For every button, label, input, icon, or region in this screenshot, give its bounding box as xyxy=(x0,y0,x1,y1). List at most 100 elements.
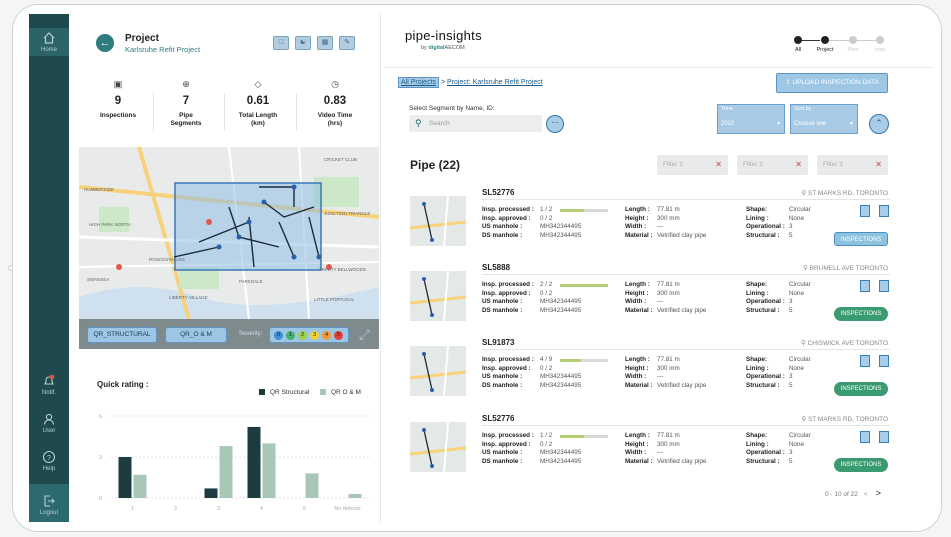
processed-progress-bar xyxy=(560,359,608,362)
inspections-button[interactable]: INSPECTIONS xyxy=(834,232,888,246)
severity-4[interactable]: 4 xyxy=(322,331,331,340)
bar-om[interactable] xyxy=(262,443,276,498)
share-button[interactable]: ☯ xyxy=(295,36,311,50)
view-toggle-button[interactable] xyxy=(879,280,889,292)
severity-0[interactable]: 0 xyxy=(274,331,283,340)
bar-om[interactable] xyxy=(133,474,147,498)
sidebar-item-notifications[interactable]: Notif. xyxy=(29,374,69,396)
location-text: ST MARKS RD, TORONTO xyxy=(807,190,888,197)
pipe-card[interactable]: SL52776 ⚲ ST MARKS RD, TORONTO Insp. proce… xyxy=(410,414,890,481)
pipe-card[interactable]: SL5888 ⚲ BRUMELL AVE TORONTO Insp. process… xyxy=(410,263,890,330)
delete-button[interactable]: ▦ xyxy=(317,36,333,50)
pagination-range: 0 - 10 of 22 xyxy=(825,491,858,498)
bar-structural[interactable] xyxy=(247,426,261,498)
pipe-thumbnail-map[interactable] xyxy=(410,271,466,321)
step-all-dot[interactable] xyxy=(794,36,802,44)
close-icon[interactable]: ✕ xyxy=(715,155,722,175)
expand-icon[interactable]: ⤢ xyxy=(359,327,374,342)
folder-button[interactable]: □ xyxy=(273,36,289,50)
pipe-thumbnail-map[interactable] xyxy=(410,196,466,246)
pipe-id[interactable]: SL52776 xyxy=(482,188,514,197)
edit-button[interactable]: ✎ xyxy=(339,36,355,50)
chevron-right-icon[interactable]: > xyxy=(876,488,881,498)
project-map[interactable]: HUMBERSIDE HIGH PARK NORTH JUNCTION TRIA… xyxy=(79,147,379,319)
pipe-filter-1[interactable]: Filter 1 ✕ xyxy=(657,155,728,175)
view-toggle-button[interactable] xyxy=(879,205,889,217)
segment-search-input[interactable]: ⚲ Search xyxy=(409,115,542,132)
breadcrumb-current[interactable]: Project: Karlsruhe Refit Project xyxy=(447,79,543,86)
pipe-id[interactable]: SL91873 xyxy=(482,338,514,347)
severity-3[interactable]: 3 xyxy=(310,331,319,340)
view-toggle-button[interactable] xyxy=(860,431,870,443)
inspections-button[interactable]: INSPECTIONS xyxy=(834,458,888,472)
field-value: 3 xyxy=(789,373,793,380)
step-label: All xyxy=(794,47,802,53)
app-byline: by digitalAECOM xyxy=(421,45,465,51)
field-value: MH342344495 xyxy=(540,298,582,305)
step-project-dot[interactable] xyxy=(821,36,829,44)
bar-structural[interactable] xyxy=(118,457,132,498)
severity-5[interactable]: 5 xyxy=(334,331,343,340)
view-toggle-button[interactable] xyxy=(879,355,889,367)
upload-inspection-button[interactable]: ⇧ UPLOAD INSPECTION DATA xyxy=(776,73,888,93)
field-label: Structural : xyxy=(746,381,780,389)
view-toggle-button[interactable] xyxy=(860,205,870,217)
logout-icon xyxy=(44,495,55,507)
close-icon[interactable]: ✕ xyxy=(795,155,802,175)
view-toggle-button[interactable] xyxy=(860,280,870,292)
advanced-search-button[interactable]: ⋯ xyxy=(546,115,564,133)
severity-1[interactable]: 1 xyxy=(286,331,295,340)
field-value: None xyxy=(789,364,805,372)
breadcrumb-all-projects[interactable]: All Projects xyxy=(398,77,440,88)
qr-om-button[interactable]: QR_O & M xyxy=(165,327,227,343)
location-text: BRUMELL AVE TORONTO xyxy=(809,265,888,272)
close-icon[interactable]: ✕ xyxy=(875,155,882,175)
inspections-button[interactable]: INSPECTIONS xyxy=(834,307,888,321)
pipe-card[interactable]: SL91873 ⚲ CHISWICK AVE TORONTO Insp. proce… xyxy=(410,338,890,405)
view-toggle-button[interactable] xyxy=(860,355,870,367)
bar-om[interactable] xyxy=(219,446,233,498)
select-label: Time xyxy=(721,106,734,112)
bar-structural[interactable] xyxy=(204,488,218,498)
bar-om[interactable] xyxy=(348,493,362,498)
time-select[interactable]: Time 2022 ▾ xyxy=(717,104,785,134)
location-pin-icon: ⚲ xyxy=(801,416,808,423)
field-label: Material : xyxy=(625,231,653,239)
pipe-filter-3[interactable]: Filter 3 ✕ xyxy=(817,155,888,175)
sidebar-item-help[interactable]: ? Help xyxy=(29,450,69,472)
legend-swatch xyxy=(320,389,326,395)
back-button[interactable]: ← xyxy=(96,34,114,52)
pipe-thumbnail-map[interactable] xyxy=(410,422,466,472)
field-value: --- xyxy=(657,298,664,305)
sidebar-item-home[interactable]: Home xyxy=(29,28,69,56)
view-toggle-button[interactable] xyxy=(879,431,889,443)
field-value: MH342344495 xyxy=(540,223,582,230)
field-label: DS manhole : xyxy=(482,231,523,239)
step-pipe-dot xyxy=(849,36,857,44)
pipe-filter-2[interactable]: Filter 2 ✕ xyxy=(737,155,808,175)
sidebar-item-logout[interactable]: Logout xyxy=(29,484,69,522)
field-label: DS manhole : xyxy=(482,457,523,465)
qr-structural-button[interactable]: QR_STRUCTURAL xyxy=(87,327,157,343)
severity-selector[interactable]: 0 1 2 3 4 5 xyxy=(269,327,349,343)
pipe-card[interactable]: SL52776 ⚲ ST MARKS RD, TORONTO Insp. proce… xyxy=(410,188,890,255)
pipe-location: ⚲ BRUMELL AVE TORONTO xyxy=(803,264,888,272)
inspections-button[interactable]: INSPECTIONS xyxy=(834,382,888,396)
pipe-thumbnail-map[interactable] xyxy=(410,346,466,396)
bar-om[interactable] xyxy=(305,473,319,498)
sidebar-item-user[interactable]: User xyxy=(29,412,69,434)
sort-direction-button[interactable]: ⌃ xyxy=(869,114,889,134)
sort-select[interactable]: Sort by Choose one ▾ xyxy=(790,104,858,134)
chevron-left-icon[interactable]: < xyxy=(864,491,868,498)
location-pin-icon: ⚲ xyxy=(801,190,808,197)
x-tick-label: 4 xyxy=(260,506,263,512)
severity-2[interactable]: 2 xyxy=(298,331,307,340)
pipe-id[interactable]: SL52776 xyxy=(482,414,514,423)
pipe-id[interactable]: SL5888 xyxy=(482,263,510,272)
field-value: Vetrified clay pipe xyxy=(657,231,707,239)
field-label: Material : xyxy=(625,457,653,465)
field-value: --- xyxy=(657,449,664,456)
share-icon: ☯ xyxy=(299,39,307,46)
pagination: 0 - 10 of 22 < > xyxy=(825,488,881,498)
x-tick-label: 5 xyxy=(303,506,306,512)
